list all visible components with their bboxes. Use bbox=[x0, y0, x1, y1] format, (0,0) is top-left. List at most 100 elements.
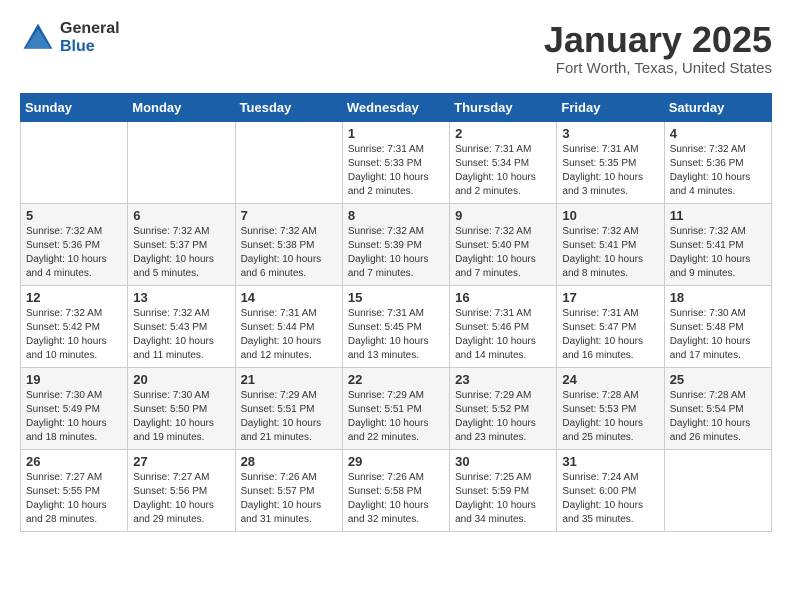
day-number: 20 bbox=[133, 372, 229, 387]
week-row-4: 19 Sunrise: 7:30 AM Sunset: 5:49 PM Dayli… bbox=[21, 367, 772, 449]
day-number: 28 bbox=[241, 454, 337, 469]
day-number: 18 bbox=[670, 290, 766, 305]
day-cell: 11 Sunrise: 7:32 AM Sunset: 5:41 PM Dayli… bbox=[664, 203, 771, 285]
day-info: Sunrise: 7:31 AM Sunset: 5:44 PM Dayligh… bbox=[241, 307, 337, 363]
day-number: 31 bbox=[562, 454, 658, 469]
day-number: 5 bbox=[26, 208, 122, 223]
day-info: Sunrise: 7:32 AM Sunset: 5:41 PM Dayligh… bbox=[670, 225, 766, 281]
day-number: 9 bbox=[455, 208, 551, 223]
day-number: 17 bbox=[562, 290, 658, 305]
day-info: Sunrise: 7:32 AM Sunset: 5:42 PM Dayligh… bbox=[26, 307, 122, 363]
calendar-header: SundayMondayTuesdayWednesdayThursdayFrid… bbox=[21, 93, 772, 121]
day-cell: 28 Sunrise: 7:26 AM Sunset: 5:57 PM Dayli… bbox=[235, 449, 342, 531]
day-cell: 3Sunrise: 7:31 AM Sunset: 5:35 PM Daylig… bbox=[557, 121, 664, 203]
day-info: Sunrise: 7:24 AM Sunset: 6:00 PM Dayligh… bbox=[562, 471, 658, 527]
header-day-thursday: Thursday bbox=[450, 93, 557, 121]
day-info: Sunrise: 7:31 AM Sunset: 5:35 PM Dayligh… bbox=[562, 143, 658, 199]
day-number: 16 bbox=[455, 290, 551, 305]
month-title: January 2025 bbox=[544, 20, 772, 60]
day-info: Sunrise: 7:27 AM Sunset: 5:55 PM Dayligh… bbox=[26, 471, 122, 527]
day-cell: 7Sunrise: 7:32 AM Sunset: 5:38 PM Daylig… bbox=[235, 203, 342, 285]
day-number: 13 bbox=[133, 290, 229, 305]
day-cell: 4 Sunrise: 7:32 AM Sunset: 5:36 PM Daylig… bbox=[664, 121, 771, 203]
day-number: 8 bbox=[348, 208, 444, 223]
day-info: Sunrise: 7:27 AM Sunset: 5:56 PM Dayligh… bbox=[133, 471, 229, 527]
logo-blue-text: Blue bbox=[60, 38, 120, 56]
day-info: Sunrise: 7:28 AM Sunset: 5:53 PM Dayligh… bbox=[562, 389, 658, 445]
day-cell: 25 Sunrise: 7:28 AM Sunset: 5:54 PM Dayli… bbox=[664, 367, 771, 449]
day-info: Sunrise: 7:25 AM Sunset: 5:59 PM Dayligh… bbox=[455, 471, 551, 527]
day-cell: 17 Sunrise: 7:31 AM Sunset: 5:47 PM Dayli… bbox=[557, 285, 664, 367]
day-info: Sunrise: 7:32 AM Sunset: 5:37 PM Dayligh… bbox=[133, 225, 229, 281]
day-info: Sunrise: 7:32 AM Sunset: 5:36 PM Dayligh… bbox=[26, 225, 122, 281]
title-area: January 2025 Fort Worth, Texas, United S… bbox=[544, 20, 772, 77]
day-cell: 15 Sunrise: 7:31 AM Sunset: 5:45 PM Dayli… bbox=[342, 285, 449, 367]
logo-text: General Blue bbox=[60, 20, 120, 55]
day-number: 11 bbox=[670, 208, 766, 223]
day-cell: 9 Sunrise: 7:32 AM Sunset: 5:40 PM Daylig… bbox=[450, 203, 557, 285]
day-cell: 5 Sunrise: 7:32 AM Sunset: 5:36 PM Daylig… bbox=[21, 203, 128, 285]
day-cell bbox=[664, 449, 771, 531]
day-cell: 29Sunrise: 7:26 AM Sunset: 5:58 PM Dayli… bbox=[342, 449, 449, 531]
day-cell: 10Sunrise: 7:32 AM Sunset: 5:41 PM Dayli… bbox=[557, 203, 664, 285]
day-info: Sunrise: 7:32 AM Sunset: 5:40 PM Dayligh… bbox=[455, 225, 551, 281]
day-cell: 30 Sunrise: 7:25 AM Sunset: 5:59 PM Dayli… bbox=[450, 449, 557, 531]
day-cell bbox=[128, 121, 235, 203]
day-info: Sunrise: 7:31 AM Sunset: 5:34 PM Dayligh… bbox=[455, 143, 551, 199]
day-info: Sunrise: 7:26 AM Sunset: 5:58 PM Dayligh… bbox=[348, 471, 444, 527]
day-info: Sunrise: 7:32 AM Sunset: 5:43 PM Dayligh… bbox=[133, 307, 229, 363]
week-row-3: 12 Sunrise: 7:32 AM Sunset: 5:42 PM Dayli… bbox=[21, 285, 772, 367]
day-info: Sunrise: 7:30 AM Sunset: 5:49 PM Dayligh… bbox=[26, 389, 122, 445]
day-cell: 23 Sunrise: 7:29 AM Sunset: 5:52 PM Dayli… bbox=[450, 367, 557, 449]
day-info: Sunrise: 7:29 AM Sunset: 5:51 PM Dayligh… bbox=[241, 389, 337, 445]
day-number: 25 bbox=[670, 372, 766, 387]
day-cell: 8Sunrise: 7:32 AM Sunset: 5:39 PM Daylig… bbox=[342, 203, 449, 285]
header-day-tuesday: Tuesday bbox=[235, 93, 342, 121]
header-day-monday: Monday bbox=[128, 93, 235, 121]
day-number: 12 bbox=[26, 290, 122, 305]
day-number: 30 bbox=[455, 454, 551, 469]
logo-general: General bbox=[60, 20, 120, 38]
day-cell: 16Sunrise: 7:31 AM Sunset: 5:46 PM Dayli… bbox=[450, 285, 557, 367]
day-info: Sunrise: 7:29 AM Sunset: 5:52 PM Dayligh… bbox=[455, 389, 551, 445]
header-day-sunday: Sunday bbox=[21, 93, 128, 121]
day-number: 21 bbox=[241, 372, 337, 387]
day-cell bbox=[235, 121, 342, 203]
day-number: 15 bbox=[348, 290, 444, 305]
day-info: Sunrise: 7:31 AM Sunset: 5:45 PM Dayligh… bbox=[348, 307, 444, 363]
day-cell bbox=[21, 121, 128, 203]
day-number: 26 bbox=[26, 454, 122, 469]
day-number: 2 bbox=[455, 126, 551, 141]
day-number: 4 bbox=[670, 126, 766, 141]
day-cell: 14Sunrise: 7:31 AM Sunset: 5:44 PM Dayli… bbox=[235, 285, 342, 367]
day-cell: 24 Sunrise: 7:28 AM Sunset: 5:53 PM Dayli… bbox=[557, 367, 664, 449]
day-number: 24 bbox=[562, 372, 658, 387]
day-info: Sunrise: 7:26 AM Sunset: 5:57 PM Dayligh… bbox=[241, 471, 337, 527]
location: Fort Worth, Texas, United States bbox=[544, 60, 772, 77]
day-cell: 26 Sunrise: 7:27 AM Sunset: 5:55 PM Dayli… bbox=[21, 449, 128, 531]
logo: General Blue bbox=[20, 20, 120, 56]
header-day-wednesday: Wednesday bbox=[342, 93, 449, 121]
day-cell: 6 Sunrise: 7:32 AM Sunset: 5:37 PM Daylig… bbox=[128, 203, 235, 285]
calendar-body: 1Sunrise: 7:31 AM Sunset: 5:33 PM Daylig… bbox=[21, 121, 772, 531]
day-info: Sunrise: 7:31 AM Sunset: 5:33 PM Dayligh… bbox=[348, 143, 444, 199]
day-cell: 12 Sunrise: 7:32 AM Sunset: 5:42 PM Dayli… bbox=[21, 285, 128, 367]
day-info: Sunrise: 7:28 AM Sunset: 5:54 PM Dayligh… bbox=[670, 389, 766, 445]
day-cell: 31 Sunrise: 7:24 AM Sunset: 6:00 PM Dayli… bbox=[557, 449, 664, 531]
day-cell: 22Sunrise: 7:29 AM Sunset: 5:51 PM Dayli… bbox=[342, 367, 449, 449]
day-number: 23 bbox=[455, 372, 551, 387]
day-cell: 21 Sunrise: 7:29 AM Sunset: 5:51 PM Dayli… bbox=[235, 367, 342, 449]
page-header: General Blue January 2025 Fort Worth, Te… bbox=[20, 20, 772, 77]
day-cell: 2 Sunrise: 7:31 AM Sunset: 5:34 PM Daylig… bbox=[450, 121, 557, 203]
calendar-table: SundayMondayTuesdayWednesdayThursdayFrid… bbox=[20, 93, 772, 532]
day-info: Sunrise: 7:31 AM Sunset: 5:47 PM Dayligh… bbox=[562, 307, 658, 363]
day-number: 19 bbox=[26, 372, 122, 387]
week-row-1: 1Sunrise: 7:31 AM Sunset: 5:33 PM Daylig… bbox=[21, 121, 772, 203]
day-number: 6 bbox=[133, 208, 229, 223]
day-cell: 27Sunrise: 7:27 AM Sunset: 5:56 PM Dayli… bbox=[128, 449, 235, 531]
day-info: Sunrise: 7:32 AM Sunset: 5:38 PM Dayligh… bbox=[241, 225, 337, 281]
logo-icon bbox=[20, 20, 56, 56]
day-number: 10 bbox=[562, 208, 658, 223]
week-row-5: 26 Sunrise: 7:27 AM Sunset: 5:55 PM Dayli… bbox=[21, 449, 772, 531]
day-info: Sunrise: 7:32 AM Sunset: 5:36 PM Dayligh… bbox=[670, 143, 766, 199]
